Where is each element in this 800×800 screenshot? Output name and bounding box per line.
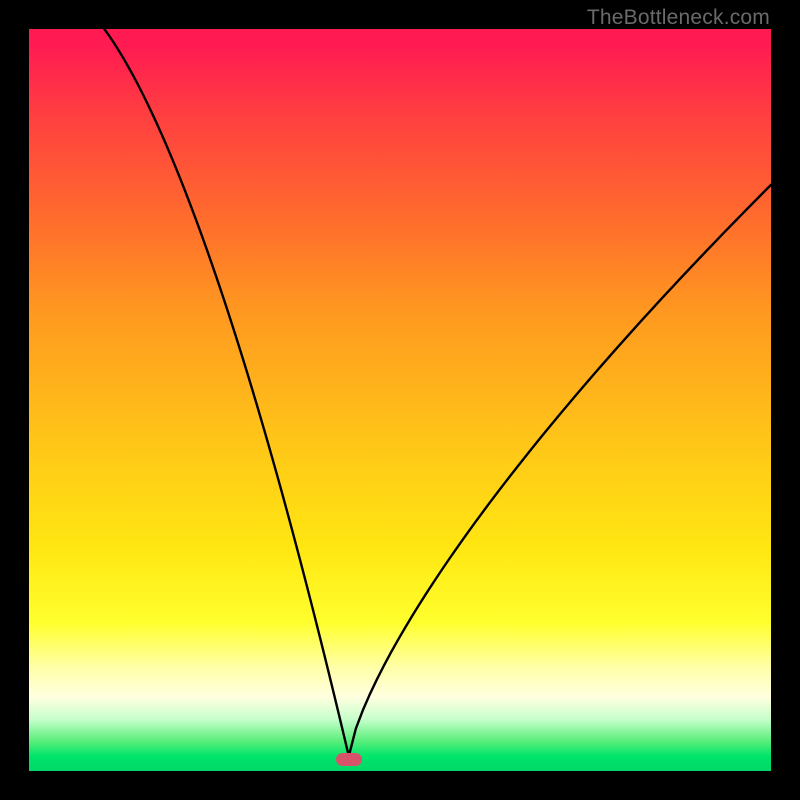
chart-frame: TheBottleneck.com [0,0,800,800]
bottleneck-curve [29,29,771,771]
plot-area [29,29,771,771]
watermark: TheBottleneck.com [587,6,770,30]
optimal-marker [336,753,362,766]
